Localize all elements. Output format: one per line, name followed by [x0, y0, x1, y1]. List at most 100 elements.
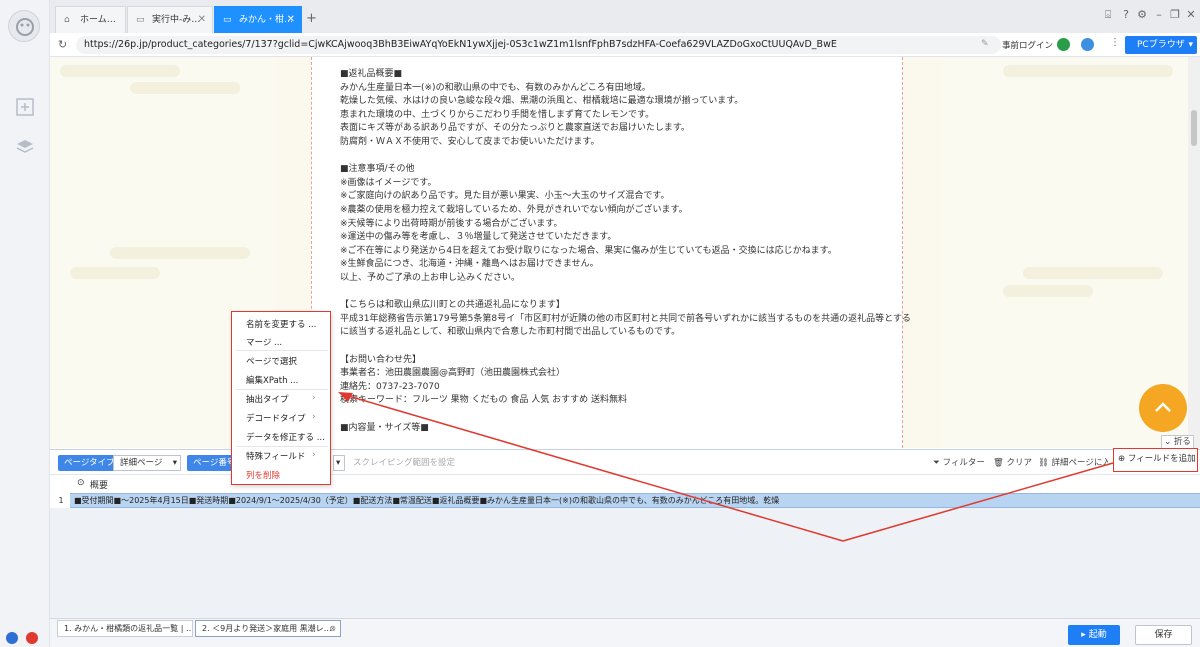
- page-text-line: ※運送中の傷み等を考慮し、３％増量して発送させていただきます。: [340, 232, 617, 243]
- new-task-icon[interactable]: [15, 97, 35, 117]
- caret-down-icon: ▾: [172, 458, 177, 468]
- page-text-line: 恵まれた環境の中、土づくりからこだわり手間を惜しまず育てたレモンです。: [340, 109, 655, 120]
- detail-page-button[interactable]: ⛓ 詳細ページに入る: [1038, 456, 1108, 468]
- scrape-range-link[interactable]: スクレイピング範囲を設定: [353, 456, 455, 468]
- tab-running[interactable]: ▭ 実行中-み… ✕: [127, 6, 213, 33]
- restore-icon[interactable]: ❐: [1168, 8, 1182, 22]
- status-icon: [1057, 38, 1070, 51]
- page-text-line: ※画像はイメージです。: [340, 177, 437, 188]
- login-link[interactable]: 事前ログイン: [1002, 39, 1053, 51]
- cloud-decoration: [110, 247, 250, 259]
- chevron-right-icon: ›: [312, 393, 316, 403]
- new-tab-icon[interactable]: +: [306, 11, 317, 26]
- address-bar: ↻ https://26p.jp/product_categories/7/13…: [50, 33, 1200, 57]
- tab-active[interactable]: ▭ みかん・柑… ✕: [214, 6, 302, 33]
- settings-icon[interactable]: ⚙: [1135, 8, 1149, 22]
- play-icon: ▸: [1081, 630, 1089, 640]
- url-input[interactable]: https://26p.jp/product_categories/7/137?…: [76, 36, 1001, 54]
- menu-item-delete-column[interactable]: 列を削除: [246, 469, 280, 481]
- edit-icon[interactable]: ✎: [981, 39, 989, 49]
- help-icon[interactable]: ?: [1119, 8, 1133, 22]
- filter-icon: ⏷: [933, 458, 943, 468]
- bottom-tab-detail[interactable]: 2. ＜9月より発送＞家庭用 黒潮レ… ⊗: [195, 620, 341, 637]
- caret-down-icon: ▾: [336, 458, 341, 468]
- menu-item-rename[interactable]: 名前を変更する ...: [246, 318, 316, 330]
- add-field-button[interactable]: ⊕ フィールドを追加: [1113, 448, 1198, 472]
- more-icon[interactable]: ⋮: [1110, 37, 1120, 48]
- video-icon[interactable]: [26, 632, 38, 644]
- filter-button[interactable]: ⏷ フィルター: [933, 456, 985, 468]
- page-viewport: ■返礼品概要■ みかん生産量日本一(※)の和歌山県の中でも、有数のみかんどころ有田…: [50, 57, 1188, 448]
- chevron-right-icon: ›: [312, 450, 316, 460]
- run-button[interactable]: ▸ 起動: [1068, 625, 1120, 645]
- close-icon[interactable]: ✕: [287, 7, 295, 33]
- menu-item-extract-type[interactable]: 抽出タイプ: [246, 393, 289, 405]
- page-text-line: 【お問い合わせ先】: [340, 354, 422, 365]
- page-text-line: に該当する返礼品として、和歌山県内で合意した市町村間で出品しているものです。: [340, 327, 681, 338]
- page-text-line: ■内容量・サイズ等■: [340, 422, 429, 433]
- close-window-icon[interactable]: ✕: [1184, 8, 1198, 22]
- layers-icon[interactable]: [15, 137, 35, 157]
- close-icon[interactable]: ✕: [198, 7, 206, 33]
- menu-item-select-on-page[interactable]: ページで選択: [246, 355, 297, 367]
- add-field-label: フィールドを追加: [1127, 454, 1196, 464]
- minimize-icon[interactable]: –: [1152, 8, 1166, 22]
- cloud-decoration: [70, 267, 160, 279]
- chat-icon[interactable]: [6, 632, 18, 644]
- menu-item-edit-xpath[interactable]: 編集XPath ...: [246, 374, 298, 386]
- fold-label: 折る: [1173, 437, 1191, 447]
- menu-item-merge[interactable]: マージ ...: [246, 336, 282, 348]
- page-text-line: みかん生産量日本一(※)の和歌山県の中でも、有数のみかんどころ有田地域。: [340, 82, 651, 93]
- page-text-line: 【こちらは和歌山県広川町との共通返礼品になります】: [340, 300, 565, 311]
- user-icon[interactable]: [1081, 38, 1094, 51]
- tab-home[interactable]: ⌂ ホーム…: [55, 6, 126, 33]
- page-icon: ▭: [223, 15, 232, 25]
- gift-icon[interactable]: ⌺: [1101, 8, 1115, 22]
- page-text-line: ※ご家庭向けの訳あり品です。見た目が悪い果実、小玉～大玉のサイズ混合です。: [340, 191, 670, 202]
- page-text-line: 連絡先：0737-23-7070: [340, 381, 440, 392]
- app-logo-icon: [8, 10, 40, 42]
- table-header: ⊙ 概要: [50, 475, 1200, 493]
- close-icon[interactable]: ⊗: [329, 621, 336, 636]
- table-row[interactable]: ■受付期間■～2025年4月15日■発送時期■2024/9/1～2025/4/3…: [70, 493, 1200, 508]
- cloud-decoration: [130, 82, 240, 94]
- context-menu: 名前を変更する ... マージ ... ページで選択 編集XPath ... 抽…: [231, 311, 331, 485]
- bottom-tab-label: 2. ＜9月より発送＞家庭用 黒潮レ…: [202, 624, 332, 633]
- column-header[interactable]: 概要: [90, 478, 108, 491]
- pc-browser-button[interactable]: PCブラウザ ▾: [1125, 36, 1197, 54]
- page-text-line: 表面にキズ等がある訳あり品ですが、その分たっぷりと農家直送でお届けいたします。: [340, 123, 690, 134]
- page-text-line: ※農薬の使用を極力控えて栽培しているため、外見がきれいでない傾向がございます。: [340, 205, 688, 215]
- page-text-line: 防腐剤・ＷＡＸ不使用で、安心して皮までお使いいただけます。: [340, 137, 600, 147]
- menu-divider: [236, 446, 328, 447]
- menu-divider: [236, 350, 328, 351]
- link-icon: ⛓: [1038, 458, 1052, 468]
- menu-item-special-field[interactable]: 特殊フィールド: [246, 450, 305, 462]
- plus-circle-icon: ⊕: [1118, 454, 1128, 464]
- cloud-decoration: [1023, 267, 1163, 279]
- page-text-line: 以上、予めご了承の上お申し込みください。: [340, 273, 521, 283]
- clear-button[interactable]: 🗑 クリア: [993, 456, 1032, 468]
- cloud-decoration: [60, 65, 180, 77]
- reload-icon[interactable]: ↻: [58, 38, 67, 51]
- trash-icon: 🗑: [993, 458, 1007, 468]
- page-type-select[interactable]: 詳細ページ ▾: [113, 455, 181, 471]
- bottom-tab-list[interactable]: 1. みかん・柑橘類の返礼品一覧 | …: [57, 620, 193, 637]
- page-text-line: ※天候等により出荷時期が前後する場合がございます。: [340, 218, 563, 229]
- save-button[interactable]: 保存: [1135, 625, 1192, 645]
- scroll-thumb[interactable]: [1191, 110, 1197, 146]
- filter-label: フィルター: [942, 458, 985, 468]
- run-label: 起動: [1088, 630, 1107, 640]
- page-num-select[interactable]: ▾: [333, 455, 345, 471]
- menu-item-decode-type[interactable]: デコードタイプ: [246, 412, 306, 424]
- detail-page-label: 詳細ページに入る: [1051, 458, 1109, 468]
- menu-item-fix-data[interactable]: データを修正する ...: [246, 431, 325, 443]
- page-text-line: 平成31年総務省告示第179号第5条第8号イ「市区町村が近隣の他の市区町村と共同…: [340, 313, 910, 324]
- page-text-line: ※生鮮食品につき、北海道・沖縄・離島へはお届けできません。: [340, 259, 599, 270]
- page-text-line: 事業者名：池田農園農園@高野町（池田農園株式会社）: [340, 368, 566, 379]
- cloud-decoration: [1003, 65, 1173, 77]
- cloud-decoration: [1003, 285, 1093, 297]
- scroll-top-button[interactable]: [1139, 384, 1187, 432]
- target-icon: ⊙: [77, 478, 85, 488]
- fold-button[interactable]: ⌄ 折る: [1161, 435, 1194, 449]
- menu-divider: [236, 389, 328, 390]
